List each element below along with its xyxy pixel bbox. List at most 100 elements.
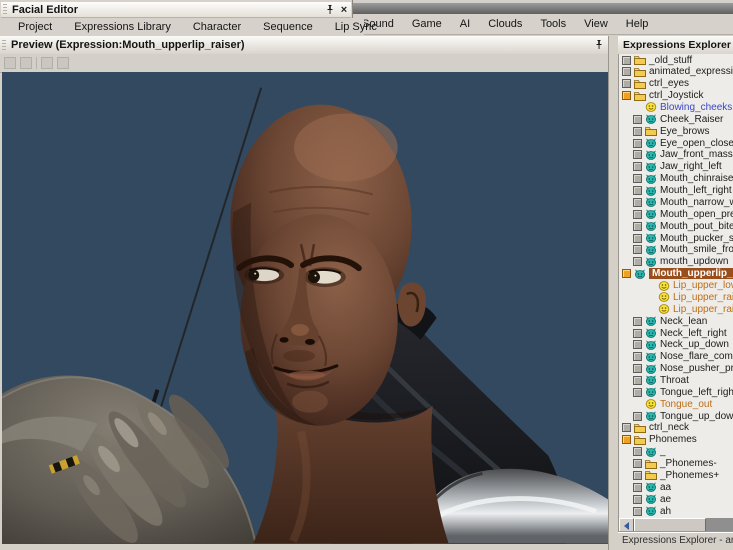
menu-tools[interactable]: Tools [536,17,570,31]
tree-checkbox[interactable] [633,245,642,254]
preview-toolbar-icon-4[interactable] [57,57,69,69]
menu-ai[interactable]: AI [456,17,474,31]
tree-item[interactable]: ah [619,505,733,517]
tree-item[interactable]: Eye_brows [619,125,733,137]
tree-checkbox[interactable] [633,388,642,397]
tree-item[interactable]: Tongue_out [619,398,733,410]
tree-checkbox[interactable] [633,471,642,480]
tree-item[interactable]: _old_stuff [619,54,733,66]
tree-checkbox[interactable] [633,127,642,136]
pin-icon[interactable] [323,4,337,16]
tree-item[interactable]: Nose_pusher_press [619,363,733,375]
tree-item[interactable]: ctrl_Joystick [619,90,733,102]
tree-checkbox[interactable] [633,234,642,243]
horizontal-scrollbar[interactable] [618,518,733,531]
tree-item[interactable]: Mouth_left_right [619,185,733,197]
tree-item[interactable]: Mouth_pout_bite [619,220,733,232]
tree-item[interactable]: Mouth_chinraiser [619,173,733,185]
preview-toolbar-icon-1[interactable] [4,57,16,69]
tree-item[interactable]: Lip_upper_raiser_r [619,303,733,315]
tree-checkbox[interactable] [633,364,642,373]
tree-item[interactable]: Mouth_pucker_stretch [619,232,733,244]
preview-toolbar-icon-3[interactable] [41,57,53,69]
close-icon[interactable]: × [337,4,351,16]
tree-checkbox[interactable] [633,329,642,338]
tree-item[interactable]: animated_expressions [619,66,733,78]
facial-editor-titlebar[interactable]: Facial Editor × [1,2,351,18]
tree-item[interactable]: Neck_left_right [619,327,733,339]
tree-checkbox[interactable] [633,412,642,421]
preview-panel-header[interactable]: Preview (Expression:Mouth_upperlip_raise… [0,36,612,55]
expression-icon [645,150,657,160]
tree-item[interactable]: Phonemes [619,434,733,446]
menu-lip-sync[interactable]: Lip Sync [331,20,381,34]
tree-item[interactable]: Cheek_Raiser [619,113,733,125]
tree-checkbox[interactable] [633,352,642,361]
tree-item[interactable]: Throat [619,374,733,386]
tree-item[interactable]: Neck_up_down [619,339,733,351]
tree-checkbox[interactable] [633,317,642,326]
tree-item[interactable]: Lip_upper_raiser_l [619,291,733,303]
preview-toolbar-icon-2[interactable] [20,57,32,69]
tree-checkbox[interactable] [633,162,642,171]
tree-checkbox[interactable] [622,79,631,88]
tree-item[interactable]: ctrl_eyes [619,78,733,90]
menu-help[interactable]: Help [622,17,653,31]
tree-checkbox[interactable] [633,447,642,456]
tree-checkbox[interactable] [633,198,642,207]
tree-checkbox[interactable] [622,269,631,278]
tree-item[interactable]: Neck_lean [619,315,733,327]
tree-checkbox[interactable] [622,435,631,444]
tree-item[interactable]: Blowing_cheeks [619,101,733,113]
tree-item[interactable]: Mouth_narrow_wide [619,196,733,208]
menu-character[interactable]: Character [189,20,245,34]
tree-item[interactable]: Nose_flare_compress [619,351,733,363]
tree-item[interactable]: Mouth_open_press [619,208,733,220]
menu-project[interactable]: Project [14,20,56,34]
tree-item[interactable]: Mouth_upperlip_raiser [619,268,733,280]
menu-sequence[interactable]: Sequence [259,20,317,34]
tree-checkbox[interactable] [633,174,642,183]
tree-item[interactable]: mouth_updown [619,256,733,268]
panel-grip[interactable] [2,40,6,51]
tree-item[interactable]: ae [619,493,733,505]
tree-item[interactable]: Jaw_right_left [619,161,733,173]
tree-item[interactable]: Lip_upper_lower [619,280,733,292]
tree-checkbox[interactable] [633,340,642,349]
tree-checkbox[interactable] [633,459,642,468]
tree-checkbox[interactable] [622,91,631,100]
tree-checkbox[interactable] [622,423,631,432]
tree-checkbox[interactable] [633,495,642,504]
tree-checkbox[interactable] [633,257,642,266]
tree-item[interactable]: Mouth_smile_frown [619,244,733,256]
menu-expressions-library[interactable]: Expressions Library [70,20,175,34]
tree-item[interactable]: Eye_open_close [619,137,733,149]
pin-icon[interactable] [592,39,606,51]
tree-item[interactable]: Tongue_up_down [619,410,733,422]
tree-item[interactable]: _Phonemes- [619,458,733,470]
tree-checkbox[interactable] [622,56,631,65]
preview-viewport[interactable] [2,72,608,544]
tree-checkbox[interactable] [633,507,642,516]
tree-checkbox[interactable] [633,210,642,219]
tree-checkbox[interactable] [633,139,642,148]
tree-checkbox[interactable] [622,67,631,76]
explorer-panel-header[interactable]: Expressions Explorer - animated_expressi… [618,36,733,55]
expression-icon [645,506,657,516]
tree-item[interactable]: _Phonemes+ [619,469,733,481]
tree-item[interactable]: ctrl_neck [619,422,733,434]
menu-game[interactable]: Game [408,17,446,31]
menu-clouds[interactable]: Clouds [484,17,526,31]
tree-item[interactable]: Jaw_front_masseter [619,149,733,161]
window-grip[interactable] [3,4,7,15]
tree-item[interactable]: _ [619,446,733,458]
tree-checkbox[interactable] [633,376,642,385]
tree-item[interactable]: Tongue_left_right [619,386,733,398]
tree-checkbox[interactable] [633,115,642,124]
menu-view[interactable]: View [580,17,612,31]
tree-checkbox[interactable] [633,150,642,159]
tree-item[interactable]: aa [619,481,733,493]
tree-checkbox[interactable] [633,483,642,492]
tree-checkbox[interactable] [633,222,642,231]
tree-checkbox[interactable] [633,186,642,195]
